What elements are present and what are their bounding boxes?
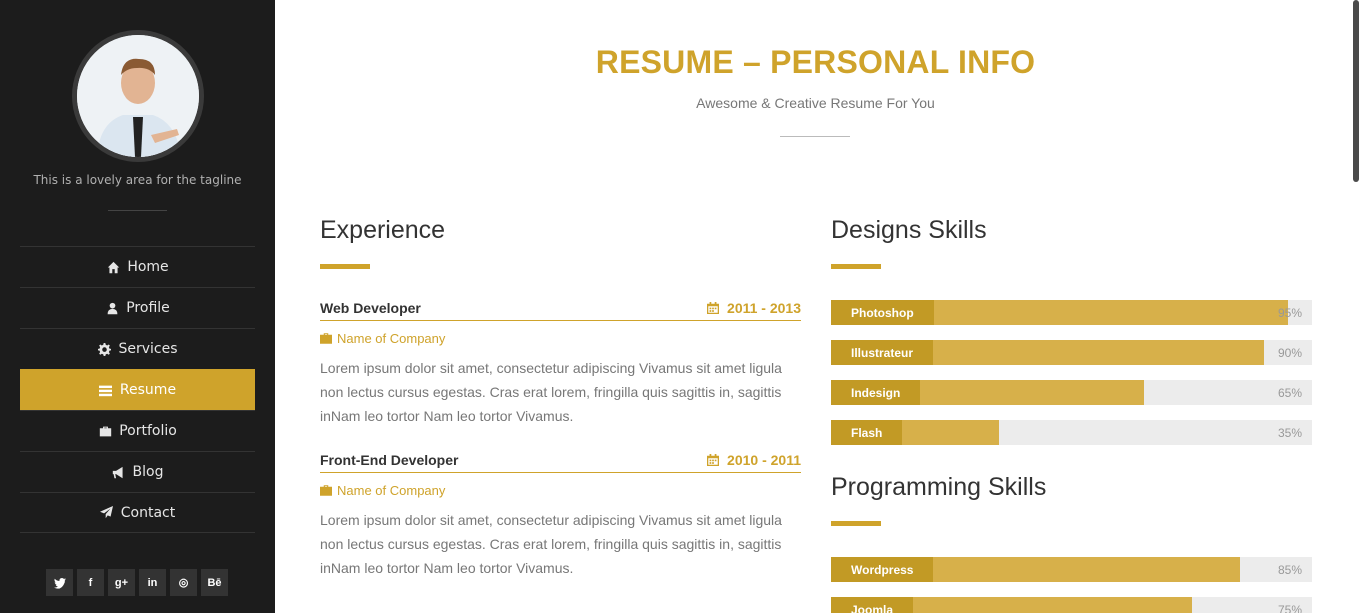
skill-percent: 75% <box>1277 602 1302 613</box>
skill-bar: Joomla 75% <box>831 597 1312 613</box>
nav-label: Contact <box>120 504 176 521</box>
calendar-icon <box>707 301 720 314</box>
job-header: Web Developer 2011 - 2013 <box>320 295 801 321</box>
profile-photo <box>77 35 199 157</box>
facebook-icon[interactable]: f <box>77 569 104 596</box>
nav-label: Home <box>127 259 169 275</box>
job-date: 2011 - 2013 <box>707 300 801 316</box>
scrollbar-thumb[interactable] <box>1353 0 1359 182</box>
tagline: This is a lovely area for the tagline <box>33 173 242 187</box>
twitter-icon[interactable] <box>46 569 73 596</box>
main-content: RESUME – PERSONAL INFO Awesome & Creativ… <box>275 0 1360 613</box>
programming-skills-underline <box>831 521 881 526</box>
nav-item-resume[interactable]: Resume <box>20 369 255 410</box>
nav-label: Blog <box>132 464 164 480</box>
linkedin-icon[interactable]: in <box>139 569 166 596</box>
skill-percent: 35% <box>1277 425 1302 440</box>
page-subtitle: Awesome & Creative Resume For You <box>696 95 935 111</box>
behance-icon[interactable]: Bē <box>201 569 228 596</box>
google-plus-icon[interactable]: g+ <box>108 569 135 596</box>
job-title: Web Developer <box>320 299 421 316</box>
home-icon <box>106 260 120 274</box>
company-name: Name of Company <box>337 331 446 346</box>
divider <box>108 210 167 211</box>
briefcase-icon <box>320 333 332 344</box>
company: Name of Company <box>320 331 801 346</box>
design-skills-list: Photoshop 95% Illustrateur 90% Indesign 65% Fl… <box>831 300 1312 460</box>
job-description: Lorem ipsum dolor sit amet, consectetur … <box>320 512 782 576</box>
skill-percent: 95% <box>1277 305 1302 320</box>
nav-item-services[interactable]: Services <box>20 328 255 369</box>
job-date-text: 2010 - 2011 <box>727 451 801 468</box>
programming-skills-list: Wordpress 85% Joomla 75% <box>831 557 1312 613</box>
nav-item-blog[interactable]: Blog <box>20 451 255 492</box>
nav-label: Services <box>118 341 178 357</box>
job-title: Front-End Developer <box>320 451 459 468</box>
sidebar: This is a lovely area for the tagline Ho… <box>0 0 275 613</box>
skill-name: Photoshop <box>831 300 934 325</box>
company: Name of Company <box>320 483 801 498</box>
list-icon <box>99 383 113 397</box>
company-name: Name of Company <box>337 483 446 498</box>
skill-percent: 85% <box>1277 562 1302 577</box>
main-nav: Home Profile Services Resume Portfolio B… <box>20 246 255 533</box>
nav-item-profile[interactable]: Profile <box>20 287 255 328</box>
skill-name: Wordpress <box>831 557 934 582</box>
nav-item-portfolio[interactable]: Portfolio <box>20 410 255 451</box>
skill-bar: Photoshop 95% <box>831 300 1312 325</box>
paper-plane-icon <box>100 506 114 520</box>
design-skills-underline <box>831 264 881 269</box>
experience-heading: Experience <box>320 216 446 244</box>
skill-percent: 90% <box>1277 345 1302 360</box>
scrollbar[interactable] <box>1352 0 1360 613</box>
avatar <box>72 30 204 162</box>
programming-skills-heading: Programming Skills <box>831 473 1047 501</box>
skill-bar: Illustrateur 90% <box>831 340 1312 365</box>
gear-icon <box>97 342 111 356</box>
bullhorn-icon <box>112 465 126 479</box>
skill-name: Joomla <box>831 597 914 613</box>
title-divider <box>780 136 850 137</box>
design-skills-heading: Designs Skills <box>831 216 987 244</box>
briefcase-icon <box>98 424 112 438</box>
nav-label: Portfolio <box>119 423 177 439</box>
nav-label: Profile <box>126 300 170 316</box>
nav-label: Resume <box>119 382 177 398</box>
page-title: RESUME – PERSONAL INFO <box>595 44 1036 80</box>
skill-bar: Flash 35% <box>831 420 1312 445</box>
skill-bar: Wordpress 85% <box>831 557 1312 582</box>
job-date-text: 2011 - 2013 <box>727 299 801 316</box>
skill-name: Illustrateur <box>831 340 934 365</box>
nav-item-contact[interactable]: Contact <box>20 492 255 533</box>
experience-underline <box>320 264 370 269</box>
user-icon <box>105 301 119 315</box>
briefcase-icon <box>320 485 332 496</box>
skill-percent: 65% <box>1277 385 1302 400</box>
skill-name: Flash <box>831 420 903 445</box>
job-entry: Front-End Developer 2010 - 2011 Name of … <box>320 447 801 580</box>
job-date: 2010 - 2011 <box>707 452 801 468</box>
calendar-icon <box>707 453 720 466</box>
skill-name: Indesign <box>831 380 921 405</box>
social-links: f g+ in ◎ Bē <box>46 569 228 596</box>
job-description: Lorem ipsum dolor sit amet, consectetur … <box>320 360 782 424</box>
dribbble-icon[interactable]: ◎ <box>170 569 197 596</box>
job-header: Front-End Developer 2010 - 2011 <box>320 447 801 473</box>
job-entry: Web Developer 2011 - 2013 Name of Compan… <box>320 295 801 428</box>
nav-item-home[interactable]: Home <box>20 246 255 287</box>
skill-bar: Indesign 65% <box>831 380 1312 405</box>
